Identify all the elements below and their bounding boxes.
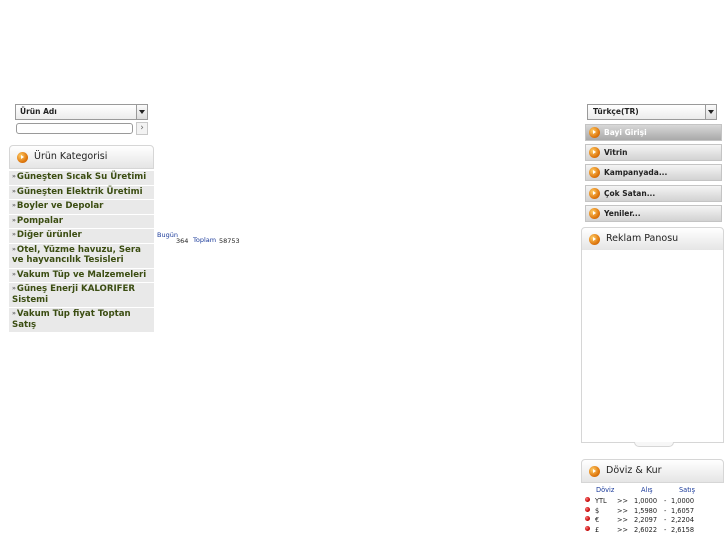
menu-label: Yeniler... bbox=[604, 209, 641, 218]
currency-row: £ >> 2,6022 - 2,6158 bbox=[582, 525, 724, 536]
category-label: Otel, Yüzme havuzu, Sera ve hayvancılık … bbox=[12, 244, 141, 266]
category-label: Güneş Enerji KALORIFER Sistemi bbox=[12, 284, 136, 305]
currency-panel-title: Döviz & Kur bbox=[606, 465, 662, 476]
ad-panel-header: Reklam Panosu bbox=[581, 227, 724, 251]
orange-arrow-icon bbox=[589, 127, 600, 138]
double-chevron-icon: » bbox=[12, 310, 16, 317]
buy-rate: 1,0000 bbox=[634, 497, 658, 505]
search-type-dropdown[interactable]: Ürün Adı bbox=[15, 104, 148, 120]
orange-arrow-icon bbox=[589, 208, 600, 219]
category-label: Vakum Tüp fiyat Toptan Satış bbox=[12, 309, 131, 330]
search-type-value: Ürün Adı bbox=[20, 107, 57, 116]
category-item[interactable]: »Boyler ve Depolar bbox=[9, 200, 154, 215]
menu-dealer-login[interactable]: Bayi Girişi bbox=[585, 124, 722, 141]
chevron-down-icon[interactable] bbox=[136, 104, 148, 120]
category-item[interactable]: »Güneş Enerji KALORIFER Sistemi bbox=[9, 283, 154, 308]
category-item[interactable]: »Güneşten Elektrik Üretimi bbox=[9, 186, 154, 200]
ad-board-area bbox=[581, 250, 724, 443]
orange-arrow-icon bbox=[589, 188, 600, 199]
category-label: Diğer ürünler bbox=[16, 230, 82, 240]
menu-campaign[interactable]: Kampanyada... bbox=[585, 164, 722, 181]
buy-rate: 2,2097 bbox=[634, 516, 658, 524]
categories-title: Ürün Kategorisi bbox=[34, 151, 108, 162]
orange-arrow-icon bbox=[589, 147, 600, 158]
category-item[interactable]: »Güneşten Sıcak Su Üretimi bbox=[9, 171, 154, 186]
orange-arrow-icon bbox=[589, 167, 600, 178]
menu-new-items[interactable]: Yeniler... bbox=[585, 205, 722, 222]
orange-arrow-icon bbox=[589, 234, 600, 245]
double-chevron-icon: » bbox=[12, 270, 16, 278]
today-label: Bugün bbox=[157, 231, 178, 239]
header-currency: Döviz bbox=[596, 486, 615, 494]
menu-showcase[interactable]: Vitrin bbox=[585, 144, 722, 161]
category-item[interactable]: »Vakum Tüp ve Malzemeleri bbox=[9, 269, 154, 283]
language-dropdown[interactable]: Türkçe(TR) bbox=[587, 104, 717, 120]
double-chevron-icon: » bbox=[12, 245, 16, 253]
red-bullet-icon bbox=[585, 516, 590, 521]
header-buy: Alış bbox=[641, 486, 653, 494]
rate-separator: - bbox=[664, 516, 667, 524]
buy-rate: 1,5980 bbox=[634, 506, 658, 515]
arrow-text: >> bbox=[617, 497, 629, 505]
double-chevron-icon: » bbox=[12, 173, 16, 180]
rate-separator: - bbox=[664, 506, 667, 515]
categories-header: Ürün Kategorisi bbox=[9, 145, 154, 169]
sell-rate: 2,2204 bbox=[671, 516, 695, 524]
currency-code: $ bbox=[595, 506, 600, 515]
rate-separator: - bbox=[664, 525, 667, 534]
buy-rate: 2,6022 bbox=[634, 525, 658, 534]
ad-panel-title: Reklam Panosu bbox=[606, 233, 679, 244]
header-sell: Satış bbox=[679, 486, 696, 494]
currency-panel-header: Döviz & Kur bbox=[581, 459, 724, 483]
currency-row: $ >> 1,5980 - 1,6057 bbox=[582, 506, 724, 517]
category-list: »Güneşten Sıcak Su Üretimi »Güneşten Ele… bbox=[9, 171, 154, 333]
sell-rate: 1,0000 bbox=[671, 497, 695, 505]
rate-separator: - bbox=[664, 497, 667, 505]
double-chevron-icon: » bbox=[12, 187, 16, 195]
arrow-text: >> bbox=[617, 525, 629, 534]
category-label: Güneşten Elektrik Üretimi bbox=[16, 186, 143, 197]
menu-best-sellers[interactable]: Çok Satan... bbox=[585, 185, 722, 202]
ad-board-tab bbox=[634, 442, 674, 447]
total-label: Toplam bbox=[193, 236, 217, 244]
sell-rate: 1,6057 bbox=[671, 506, 695, 515]
search-go-button[interactable]: › bbox=[136, 122, 148, 135]
double-chevron-icon: » bbox=[12, 216, 16, 224]
red-bullet-icon bbox=[585, 506, 590, 512]
today-count: 364 bbox=[176, 237, 189, 245]
currency-code: YTL bbox=[595, 497, 607, 505]
total-count: 58753 bbox=[219, 237, 240, 245]
category-label: Pompalar bbox=[16, 215, 63, 226]
double-chevron-icon: » bbox=[12, 202, 16, 209]
category-item[interactable]: »Otel, Yüzme havuzu, Sera ve hayvancılık… bbox=[9, 244, 154, 269]
menu-label: Vitrin bbox=[604, 148, 628, 157]
arrow-text: >> bbox=[617, 516, 629, 524]
orange-arrow-icon bbox=[17, 152, 28, 163]
language-value: Türkçe(TR) bbox=[593, 107, 639, 116]
currency-table: Döviz Alış Satış YTL >> 1,0000 - 1,0000 … bbox=[582, 486, 724, 535]
search-input[interactable] bbox=[16, 123, 133, 134]
sell-rate: 2,6158 bbox=[671, 525, 695, 534]
red-bullet-icon bbox=[585, 497, 590, 502]
currency-row: € >> 2,2097 - 2,2204 bbox=[582, 516, 724, 526]
category-item[interactable]: »Pompalar bbox=[9, 215, 154, 229]
red-bullet-icon bbox=[585, 525, 590, 531]
arrow-text: >> bbox=[617, 506, 629, 515]
orange-arrow-icon bbox=[589, 466, 600, 477]
currency-code: € bbox=[595, 516, 600, 524]
category-label: Boyler ve Depolar bbox=[16, 201, 104, 211]
currency-row: YTL >> 1,0000 - 1,0000 bbox=[582, 497, 724, 507]
menu-label: Çok Satan... bbox=[604, 189, 656, 198]
currency-table-header: Döviz Alış Satış bbox=[582, 486, 724, 497]
menu-label: Bayi Girişi bbox=[604, 128, 647, 137]
currency-code: £ bbox=[595, 525, 600, 534]
category-item[interactable]: »Vakum Tüp fiyat Toptan Satış bbox=[9, 308, 154, 333]
category-item[interactable]: »Diğer ürünler bbox=[9, 229, 154, 244]
double-chevron-icon: » bbox=[12, 285, 16, 292]
category-label: Güneşten Sıcak Su Üretimi bbox=[16, 172, 147, 182]
category-label: Vakum Tüp ve Malzemeleri bbox=[16, 269, 147, 280]
chevron-down-icon[interactable] bbox=[705, 104, 717, 120]
double-chevron-icon: » bbox=[12, 231, 16, 238]
menu-label: Kampanyada... bbox=[604, 168, 668, 177]
